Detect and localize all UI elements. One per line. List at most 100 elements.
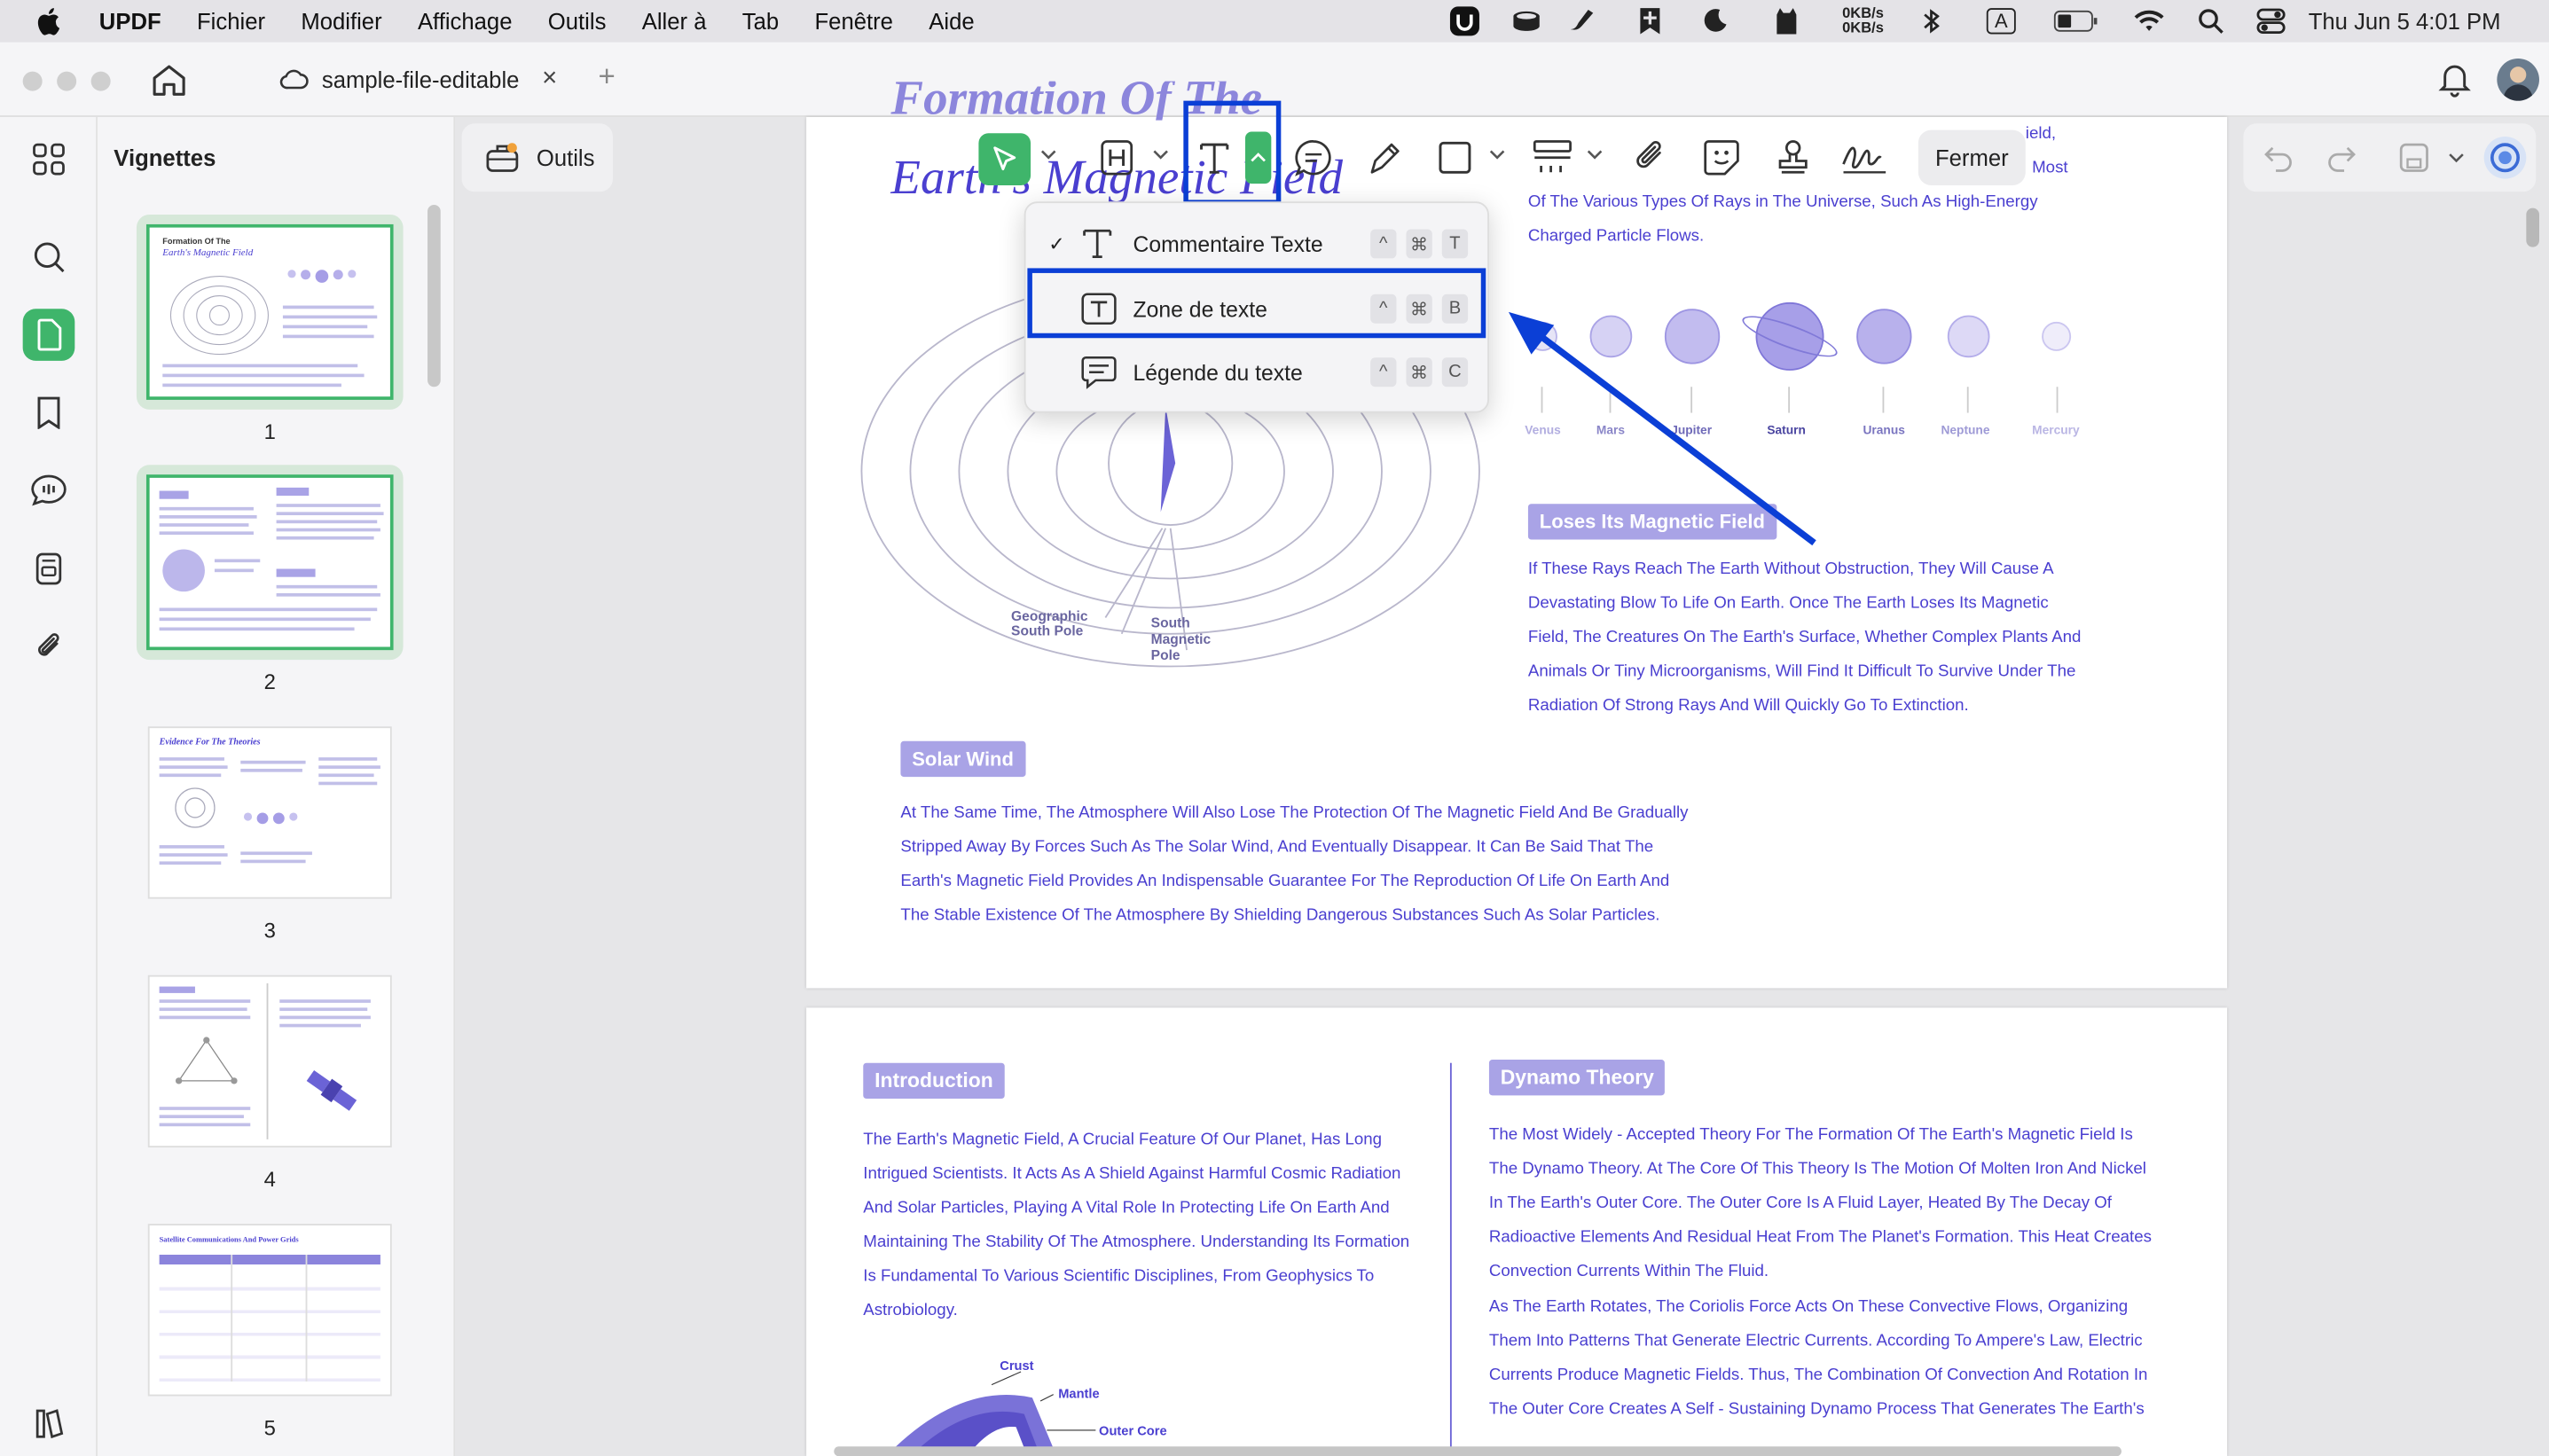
shortcut-key: T xyxy=(1441,229,1469,259)
layer-label: Mantle xyxy=(1058,1386,1100,1401)
cat-icon[interactable] xyxy=(1769,0,1804,43)
notification-bell-icon[interactable] xyxy=(2438,62,2471,98)
svg-text:Geographic: Geographic xyxy=(1011,609,1088,624)
menu-item-commentaire-texte[interactable]: ✓ Commentaire Texte ^ ⌘ T xyxy=(1026,213,1491,275)
paragraph-line: Stripped Away By Forces Such As The Sola… xyxy=(900,838,1654,857)
paragraph-line: The Earth's Magnetic Field, A Crucial Fe… xyxy=(863,1131,1383,1149)
signature-icon[interactable] xyxy=(1840,138,1889,177)
menu-item-label: Commentaire Texte xyxy=(1133,231,1323,256)
spotlight-search-icon[interactable] xyxy=(2194,0,2227,43)
window-zoom-button[interactable] xyxy=(90,71,111,91)
battery-icon[interactable] xyxy=(2051,0,2100,43)
thumbnails-scrollbar[interactable] xyxy=(427,204,441,387)
menu-fenetre[interactable]: Fenêtre xyxy=(815,8,893,34)
attachment-tool-icon[interactable] xyxy=(1632,138,1667,177)
avatar[interactable] xyxy=(2497,58,2539,101)
redo-icon[interactable] xyxy=(2325,141,2357,174)
section-heading-solar-wind: Solar Wind xyxy=(900,740,1025,778)
svg-text:South Pole: South Pole xyxy=(1011,624,1084,639)
select-tool-button[interactable] xyxy=(978,133,1031,185)
wifi-icon[interactable] xyxy=(2129,0,2169,43)
pencil-icon[interactable] xyxy=(1367,138,1402,177)
bookmark-status-icon[interactable] xyxy=(1632,0,1667,43)
home-icon[interactable] xyxy=(150,62,189,98)
comments-icon[interactable] xyxy=(23,465,75,517)
text-comment-icon xyxy=(1081,226,1114,262)
select-chevron-down-icon[interactable] xyxy=(1040,148,1056,161)
paragraph-line: The Stable Existence Of The Atmosphere B… xyxy=(900,906,1660,925)
sidebar-toggle-icon[interactable] xyxy=(23,1397,75,1450)
sticker-icon[interactable] xyxy=(1702,138,1741,177)
app-menu[interactable]: UPDF xyxy=(99,8,161,34)
forms-icon[interactable] xyxy=(23,543,75,595)
paragraph-line: Currents Produce Magnetic Fields. Thus, … xyxy=(1488,1366,2148,1385)
thumbnail-preview: Formation Of The Earth's Magnetic Field xyxy=(149,227,390,397)
save-chevron-down-icon[interactable] xyxy=(2448,151,2464,164)
horizontal-scrollbar[interactable] xyxy=(834,1446,2122,1456)
strike-chevron-down-icon[interactable] xyxy=(1587,148,1603,161)
input-source-label: A xyxy=(1986,8,2016,35)
undo-icon[interactable] xyxy=(2263,141,2295,174)
apple-icon[interactable] xyxy=(35,6,60,35)
moon-icon[interactable] xyxy=(1698,0,1733,43)
rectangle-tool-icon[interactable] xyxy=(1437,140,1472,176)
thumbnail-page-5[interactable]: Satellite Communications And Power Grids xyxy=(137,1212,404,1407)
stamp-icon[interactable] xyxy=(1774,138,1813,177)
updf-status-icon[interactable] xyxy=(1447,0,1482,43)
paragraph-line: The Dynamo Theory. At The Core Of This T… xyxy=(1488,1160,2146,1178)
vertical-scrollbar[interactable] xyxy=(2526,207,2539,247)
text-tool-dropdown-toggle[interactable] xyxy=(1245,131,1272,184)
thumbnail-page-number: 2 xyxy=(263,669,276,694)
menu-aller[interactable]: Aller à xyxy=(642,8,707,34)
new-tab-button[interactable]: + xyxy=(599,60,616,94)
search-icon[interactable] xyxy=(23,231,75,283)
menu-fichier[interactable]: Fichier xyxy=(197,8,265,34)
outils-button[interactable]: Outils xyxy=(461,123,614,192)
menu-affichage[interactable]: Affichage xyxy=(418,8,513,34)
thumbnail-page-2[interactable] xyxy=(136,465,404,661)
thumbnail-page-3[interactable]: Evidence For The Theories xyxy=(137,715,404,910)
network-speed: 0KB/s 0KB/s xyxy=(1831,0,1895,43)
highlight-tool-icon[interactable] xyxy=(1099,138,1134,177)
thumbnails-panel: Vignettes Formation Of The Earth's Magne… xyxy=(97,116,456,1456)
paragraph-line: Radioactive Elements And Residual Heat F… xyxy=(1488,1228,2152,1247)
menu-outils[interactable]: Outils xyxy=(548,8,607,34)
save-icon[interactable] xyxy=(2398,141,2431,174)
attachment-icon[interactable] xyxy=(23,621,75,673)
text-strike-tool-icon[interactable] xyxy=(1532,138,1574,177)
menu-modifier[interactable]: Modifier xyxy=(301,8,381,34)
comment-bubble-icon[interactable] xyxy=(1294,138,1333,177)
drive-icon[interactable] xyxy=(1509,0,1544,43)
fermer-button[interactable]: Fermer xyxy=(1918,129,2026,185)
paragraph-line: Devastating Blow To Life On Earth. Once … xyxy=(1527,594,2049,614)
window-close-button[interactable] xyxy=(22,71,43,91)
window-minimize-button[interactable] xyxy=(57,71,77,91)
thumbnail-preview xyxy=(149,976,390,1147)
layer-label: Outer Core xyxy=(1099,1423,1167,1439)
menu-item-legende-du-texte[interactable]: Légende du texte ^ ⌘ C xyxy=(1026,341,1491,403)
shape-chevron-down-icon[interactable] xyxy=(1489,148,1505,161)
checkmark: ✓ xyxy=(1048,232,1065,255)
thumbnails-icon[interactable] xyxy=(22,309,75,361)
control-center-icon[interactable] xyxy=(2253,0,2288,43)
menubar-clock[interactable]: Thu Jun 5 4:01 PM xyxy=(2309,0,2529,43)
highlight-chevron-down-icon[interactable] xyxy=(1153,148,1169,161)
tab-close-button[interactable]: × xyxy=(542,65,557,94)
bluetooth-icon[interactable] xyxy=(1918,0,1944,43)
input-source[interactable]: A xyxy=(1980,0,2022,43)
bookmark-icon[interactable] xyxy=(23,387,75,439)
ai-assistant-icon[interactable] xyxy=(2483,136,2527,179)
document-tab[interactable]: sample-file-editable × xyxy=(260,53,578,106)
thumbnail-preview: Evidence For The Theories xyxy=(149,728,390,897)
thumbnail-page-1[interactable]: Formation Of The Earth's Magnetic Field xyxy=(136,214,404,410)
text-tool-icon[interactable] xyxy=(1196,138,1232,177)
thumbnail-page-4[interactable] xyxy=(137,964,404,1159)
menu-aide[interactable]: Aide xyxy=(929,8,974,34)
brush-icon[interactable] xyxy=(1564,0,1599,43)
paragraph-line: At The Same Time, The Atmosphere Will Al… xyxy=(900,804,1689,823)
menu-tab[interactable]: Tab xyxy=(742,8,779,34)
apps-grid-icon[interactable] xyxy=(23,133,75,185)
paragraph-line: Is Fundamental To Various Scientific Dis… xyxy=(863,1267,1375,1286)
thumbnail-preview xyxy=(149,477,390,647)
section-heading-introduction: Introduction xyxy=(863,1062,1005,1100)
